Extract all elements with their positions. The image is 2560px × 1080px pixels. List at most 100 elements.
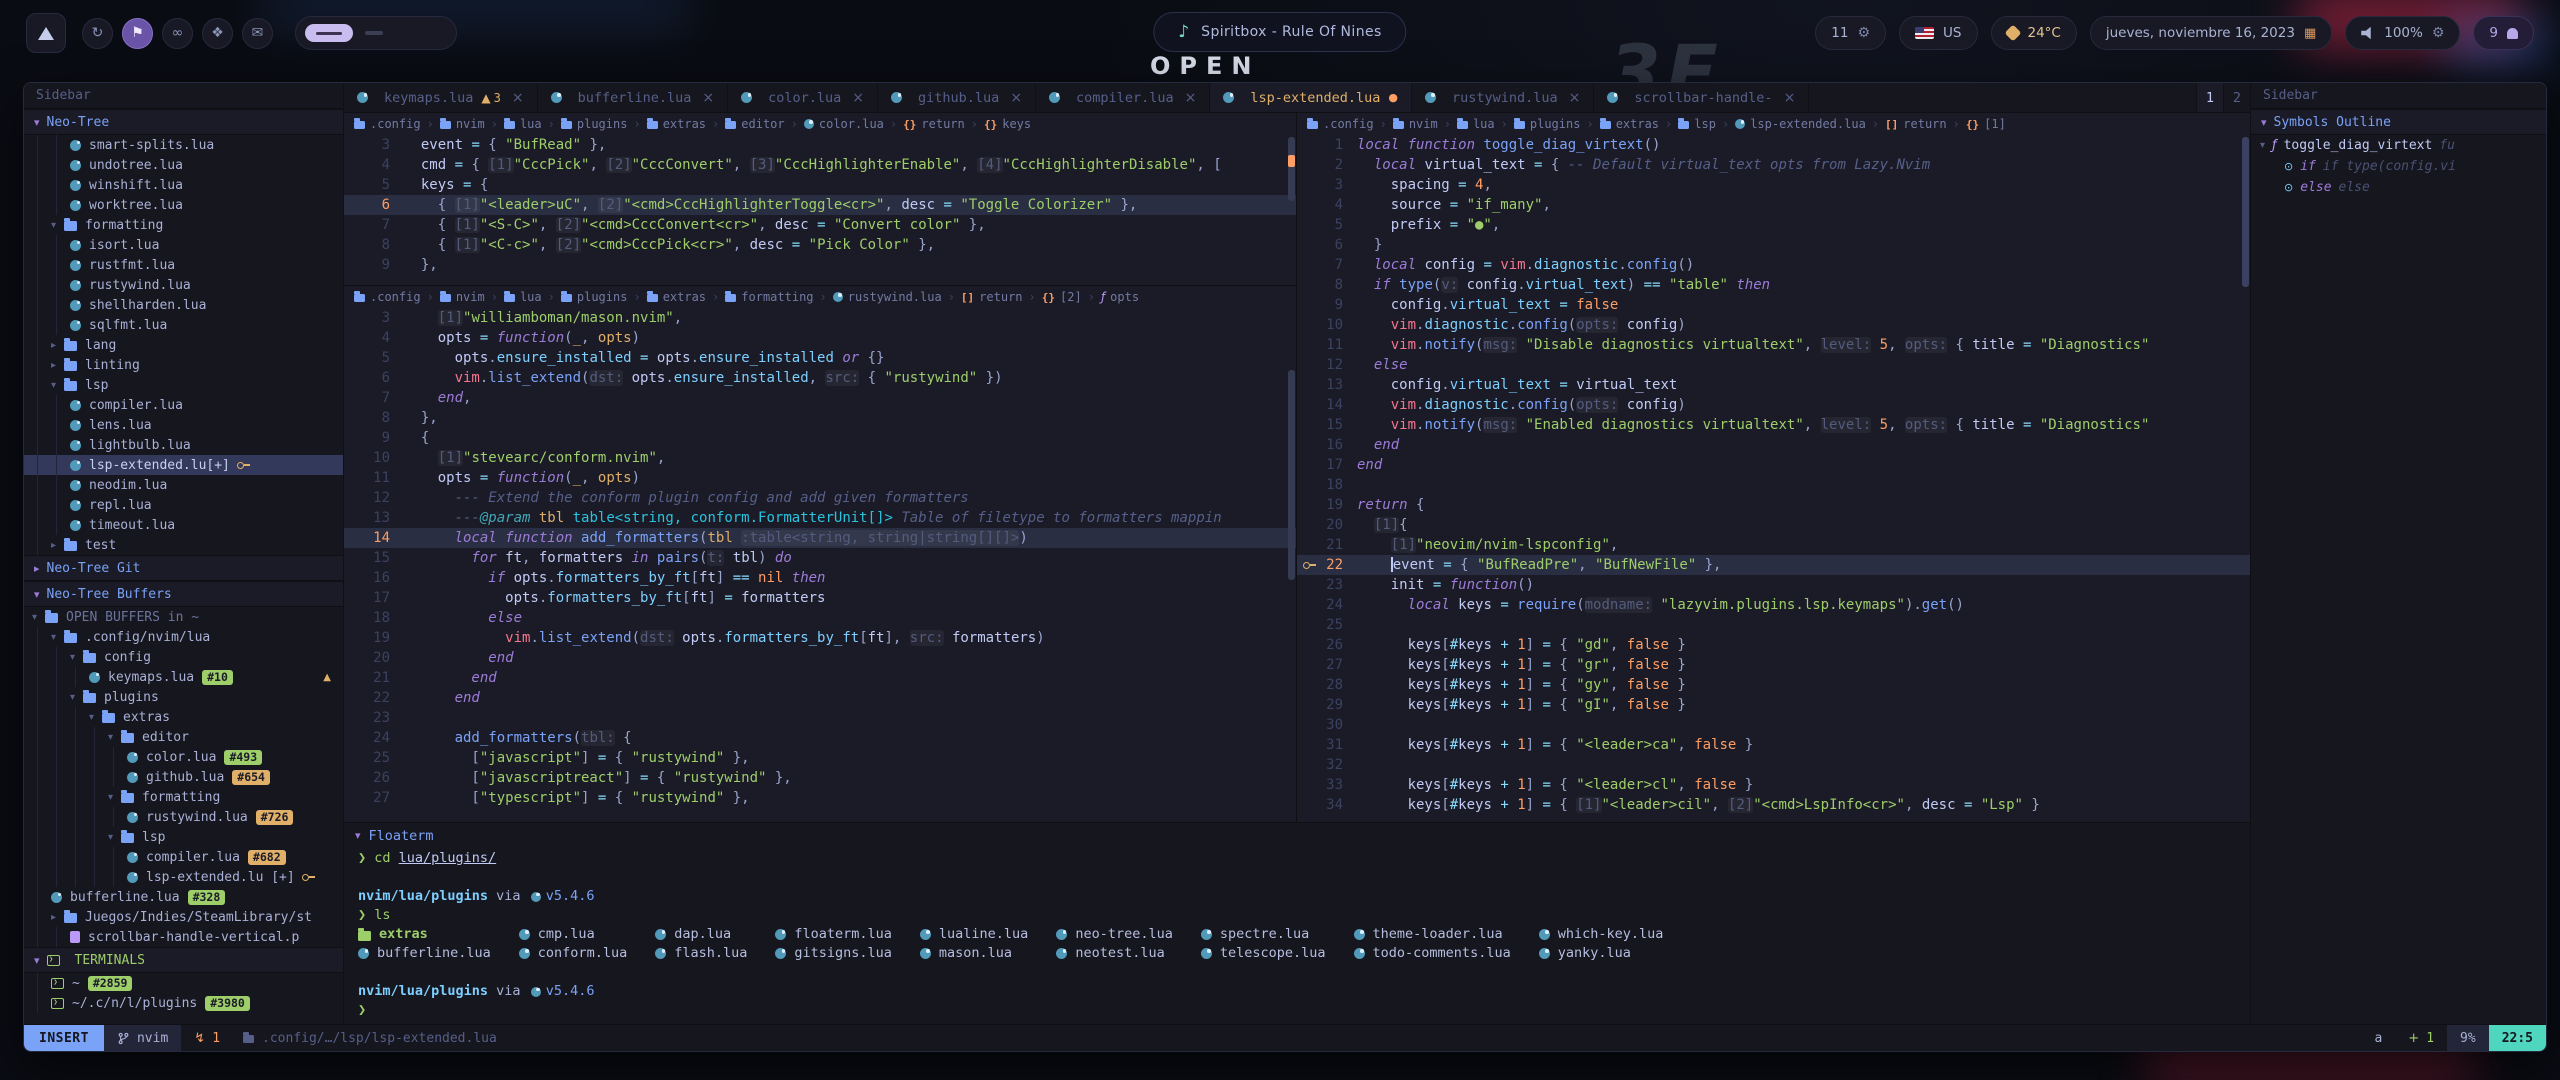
tree-item[interactable]: rustywind.lua bbox=[24, 275, 343, 295]
breadcrumb-segment[interactable]: plugins bbox=[1514, 117, 1581, 131]
tab-bufferline-lua[interactable]: bufferline.lua× bbox=[538, 83, 729, 112]
tabpage-1[interactable]: 1 bbox=[2196, 83, 2223, 112]
tabpage-2[interactable]: 2 bbox=[2223, 83, 2250, 112]
tree-item[interactable]: worktree.lua bbox=[24, 195, 343, 215]
tree-item[interactable]: neodim.lua bbox=[24, 475, 343, 495]
tree-item[interactable]: ▾.config/nvim/lua bbox=[24, 627, 343, 647]
breadcrumb-segment[interactable]: ƒopts bbox=[1101, 290, 1139, 304]
tree-item[interactable]: winshift.lua bbox=[24, 175, 343, 195]
tree-item[interactable]: rustywind.lua#726 bbox=[24, 807, 343, 827]
breadcrumb-segment[interactable]: .config bbox=[354, 290, 421, 304]
tree-item[interactable]: ▸test bbox=[24, 535, 343, 555]
music-widget[interactable]: ♪ Spiritbox - Rule Of Nines bbox=[1153, 12, 1406, 52]
outline-item[interactable]: ⊙ifif type(config.vi bbox=[2251, 156, 2546, 177]
tree-item[interactable]: ▾extras bbox=[24, 707, 343, 727]
tree-item[interactable]: ~#2859 bbox=[24, 973, 343, 993]
breadcrumb-segment[interactable]: plugins bbox=[561, 290, 628, 304]
breadcrumb-segment[interactable]: []return bbox=[1885, 117, 1947, 131]
tab-scrollbar-handle-[interactable]: scrollbar-handle-× bbox=[1594, 83, 1809, 112]
breadcrumb-segment[interactable]: {}[1] bbox=[1966, 117, 2006, 131]
breadcrumb-segment[interactable]: plugins bbox=[561, 117, 628, 131]
tab-github-lua[interactable]: github.lua× bbox=[878, 83, 1036, 112]
section-header-neo-tree[interactable]: ▾Neo-Tree bbox=[24, 109, 343, 135]
breadcrumb-segment[interactable]: lsp-extended.lua bbox=[1735, 117, 1866, 131]
tree-item[interactable]: ▾OPEN BUFFERS in ~ bbox=[24, 607, 343, 627]
tree-item[interactable]: ▾formatting bbox=[24, 787, 343, 807]
close-icon[interactable]: × bbox=[852, 90, 864, 106]
breadcrumb-segment[interactable]: color.lua bbox=[804, 117, 884, 131]
breadcrumb-segment[interactable]: {}keys bbox=[984, 117, 1031, 131]
breadcrumb-segment[interactable]: {}return bbox=[903, 117, 965, 131]
breadcrumb-segment[interactable]: rustywind.lua bbox=[833, 290, 942, 304]
code-area[interactable]: 3 [1]"williamboman/mason.nvim",4 opts = … bbox=[344, 308, 1296, 808]
tree-item[interactable]: bufferline.lua#328 bbox=[24, 887, 343, 907]
volume-pill[interactable]: 100%⚙ bbox=[2345, 16, 2460, 50]
mail-button[interactable]: ✉ bbox=[242, 18, 273, 49]
package-updates-pill[interactable]: 11⚙ bbox=[1815, 16, 1886, 50]
close-icon[interactable]: × bbox=[1784, 90, 1796, 106]
tree-item[interactable]: ▸Juegos/Indies/SteamLibrary/st bbox=[24, 907, 343, 927]
breadcrumb-segment[interactable]: lsp bbox=[1678, 117, 1716, 131]
tree-item[interactable]: smart-splits.lua bbox=[24, 135, 343, 155]
tree-item[interactable]: undotree.lua bbox=[24, 155, 343, 175]
pane-color-lua[interactable]: .config›nvim›lua›plugins›extras›editor›c… bbox=[344, 113, 1296, 285]
tab-rustywind-lua[interactable]: rustywind.lua× bbox=[1412, 83, 1594, 112]
section-header-neo-tree-git[interactable]: ▸Neo-Tree Git bbox=[24, 555, 343, 581]
outline-item[interactable]: ⊙elseelse bbox=[2251, 177, 2546, 198]
pane-rustywind-lua[interactable]: .config›nvim›lua›plugins›extras›formatti… bbox=[344, 285, 1296, 822]
tree-item[interactable]: compiler.lua#682 bbox=[24, 847, 343, 867]
tree-item[interactable]: ▾plugins bbox=[24, 687, 343, 707]
pane-lsp-extended-lua[interactable]: .config›nvim›lua›plugins›extras›lsp›lsp-… bbox=[1297, 113, 2250, 822]
breadcrumb-segment[interactable]: lua bbox=[504, 117, 542, 131]
breadcrumb-segment[interactable]: lua bbox=[504, 290, 542, 304]
close-icon[interactable]: × bbox=[1569, 90, 1581, 106]
section-header-terminals[interactable]: ▾TERMINALS bbox=[24, 947, 343, 973]
close-icon[interactable]: × bbox=[512, 90, 524, 106]
tree-item[interactable]: ▾lsp bbox=[24, 375, 343, 395]
scrollbar[interactable] bbox=[1288, 137, 1295, 281]
breadcrumb-segment[interactable]: .config bbox=[1307, 117, 1374, 131]
tree-item[interactable]: lsp-extended.lu [+] bbox=[24, 867, 343, 887]
tree-item[interactable]: repl.lua bbox=[24, 495, 343, 515]
breadcrumb-segment[interactable]: formatting bbox=[725, 290, 813, 304]
tree-item[interactable]: ▸lang bbox=[24, 335, 343, 355]
tab-compiler-lua[interactable]: compiler.lua× bbox=[1036, 83, 1210, 112]
breadcrumb-segment[interactable]: nvim bbox=[1393, 117, 1438, 131]
tree-item[interactable]: github.lua#654 bbox=[24, 767, 343, 787]
keyboard-layout-pill[interactable]: US bbox=[1899, 16, 1977, 50]
breadcrumb-segment[interactable]: []return bbox=[961, 290, 1023, 304]
tree-item[interactable]: compiler.lua bbox=[24, 395, 343, 415]
tab-color-lua[interactable]: color.lua× bbox=[728, 83, 878, 112]
section-header-neo-tree-buffers[interactable]: ▾Neo-Tree Buffers bbox=[24, 581, 343, 607]
tree-item[interactable]: ▾config bbox=[24, 647, 343, 667]
floaterm-header[interactable]: ▾ Floaterm bbox=[344, 823, 2250, 848]
breadcrumb-segment[interactable]: extras bbox=[1600, 117, 1659, 131]
breadcrumb-segment[interactable]: extras bbox=[647, 290, 706, 304]
git-branch[interactable]: nvim bbox=[104, 1025, 181, 1051]
breadcrumb-segment[interactable]: editor bbox=[725, 117, 784, 131]
workspace-active-tag[interactable] bbox=[305, 24, 353, 42]
section-header-symbols-outline[interactable]: ▾ Symbols Outline bbox=[2251, 109, 2546, 135]
close-icon[interactable]: × bbox=[702, 90, 714, 106]
scrollbar[interactable] bbox=[1288, 310, 1295, 818]
code-area[interactable]: 3 event = { "BufRead" },4 cmd = { [1]"Cc… bbox=[344, 135, 1296, 275]
terminal-output[interactable]: ❯ cd lua/plugins/ nvim/lua/plugins via v… bbox=[344, 848, 2250, 1024]
tab-lsp-extended-lua[interactable]: lsp-extended.lua● bbox=[1210, 83, 1412, 112]
tab-keymaps-lua[interactable]: keymaps.lua▲3× bbox=[344, 83, 538, 112]
code-area[interactable]: 1local function toggle_diag_virtext()2 l… bbox=[1297, 135, 2250, 815]
tree-item[interactable]: timeout.lua bbox=[24, 515, 343, 535]
launcher-button[interactable] bbox=[26, 13, 66, 53]
scrollbar[interactable] bbox=[2242, 137, 2249, 818]
tree-item[interactable]: scrollbar-handle-vertical.p bbox=[24, 927, 343, 947]
tree-item[interactable]: color.lua#493 bbox=[24, 747, 343, 767]
updates-button[interactable]: ↻ bbox=[82, 18, 113, 49]
tree-item[interactable]: lightbulb.lua bbox=[24, 435, 343, 455]
outline-item[interactable]: ▾ƒtoggle_diag_virtextfu bbox=[2251, 135, 2546, 156]
breadcrumb-segment[interactable]: .config bbox=[354, 117, 421, 131]
close-icon[interactable]: × bbox=[1185, 90, 1197, 106]
tree-item[interactable]: keymaps.lua#10▲ bbox=[24, 667, 343, 687]
workspaces-pill[interactable] bbox=[295, 16, 457, 50]
workspace-inactive-tag[interactable] bbox=[365, 31, 383, 35]
workspaces-button[interactable]: ⚑ bbox=[122, 18, 153, 49]
apps-button[interactable]: ❖ bbox=[202, 18, 233, 49]
